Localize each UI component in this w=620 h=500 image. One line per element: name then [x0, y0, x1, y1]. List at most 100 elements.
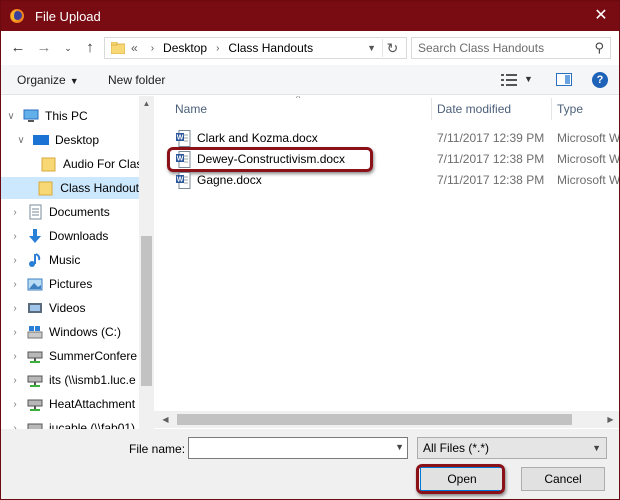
nav-item-music[interactable]: › Music: [9, 249, 143, 271]
nav-label: This PC: [45, 109, 88, 123]
title-bar: File Upload ✕: [1, 1, 619, 31]
expand-icon[interactable]: ›: [9, 255, 21, 266]
folder-icon: [38, 181, 53, 196]
file-list-hscrollbar[interactable]: ◀ ▶: [139, 411, 619, 428]
file-type-select[interactable]: All Files (*.*) ▼: [417, 437, 607, 459]
chevron-right-icon[interactable]: ›: [151, 43, 154, 54]
back-icon[interactable]: ←: [9, 39, 27, 57]
scroll-right-icon[interactable]: ▶: [602, 411, 619, 428]
scroll-left-icon[interactable]: ◀: [157, 411, 174, 428]
network-drive-icon: [27, 351, 43, 363]
nav-item-this-pc[interactable]: ∨ This PC: [5, 105, 143, 127]
videos-icon: [28, 303, 42, 313]
file-type-value: All Files (*.*): [423, 441, 490, 455]
scroll-up-icon[interactable]: ▲: [139, 96, 154, 111]
nav-label: HeatAttachment: [49, 397, 136, 411]
expand-icon[interactable]: ∨: [15, 135, 27, 146]
nav-item-summerconference[interactable]: › SummerConfere: [9, 345, 143, 367]
chevron-down-icon: ▼: [69, 76, 79, 86]
nav-item-pictures[interactable]: › Pictures: [9, 273, 143, 295]
chevron-down-icon: ▼: [592, 443, 601, 453]
network-drive-icon: [27, 399, 43, 411]
file-row[interactable]: W Clark and Kozma.docx 7/11/2017 12:39 P…: [159, 128, 619, 149]
nav-item-videos[interactable]: › Videos: [9, 297, 143, 319]
scroll-thumb[interactable]: [141, 236, 152, 386]
help-icon[interactable]: ?: [592, 72, 608, 88]
chevron-down-icon[interactable]: ▼: [367, 43, 376, 53]
column-header-date[interactable]: Date modified: [431, 96, 549, 122]
column-header-name[interactable]: Name: [169, 96, 429, 122]
up-icon[interactable]: ↑: [81, 39, 99, 57]
music-icon: [29, 253, 41, 267]
word-document-icon: W: [176, 172, 191, 189]
search-placeholder: Search Class Handouts: [418, 41, 545, 55]
nav-item-heatattachment[interactable]: › HeatAttachment: [9, 393, 143, 415]
nav-label: SummerConfere: [49, 349, 138, 363]
preview-pane-icon[interactable]: [556, 73, 572, 86]
firefox-icon: [10, 9, 24, 23]
window-title: File Upload: [35, 8, 101, 24]
pictures-icon: [27, 278, 43, 291]
network-drive-icon: [27, 423, 43, 429]
file-name: Gagne.docx: [197, 173, 262, 187]
file-date: 7/11/2017 12:39 PM: [437, 131, 545, 145]
toolbar: Organize ▼ New folder ▼ ?: [1, 65, 619, 95]
file-date: 7/11/2017 12:38 PM: [437, 152, 545, 166]
forward-icon[interactable]: →: [35, 39, 53, 57]
file-type: Microsoft W: [557, 131, 619, 145]
new-folder-button[interactable]: New folder: [108, 73, 165, 87]
file-name-input[interactable]: ▼: [188, 437, 408, 459]
search-icon[interactable]: ⚲: [594, 38, 604, 58]
nav-label: Downloads: [49, 229, 109, 243]
nav-label: jucable (\\fab01): [49, 421, 136, 429]
chevron-right-icon[interactable]: ›: [216, 43, 219, 54]
refresh-icon[interactable]: ↻: [382, 39, 402, 57]
close-icon[interactable]: ✕: [591, 6, 611, 26]
nav-item-class-handouts[interactable]: Class Handout: [1, 177, 139, 199]
folder-icon: [41, 157, 56, 172]
organize-button[interactable]: Organize ▼: [17, 73, 79, 87]
recent-locations-icon[interactable]: ⌄: [59, 39, 77, 57]
nav-item-documents[interactable]: › Documents: [9, 201, 143, 223]
nav-item-its[interactable]: › its (\\ismb1.luc.e: [9, 369, 143, 391]
nav-label: Desktop: [55, 133, 100, 147]
highlight-annotation: [416, 464, 505, 494]
expand-icon[interactable]: ∨: [5, 111, 17, 122]
nav-label: Windows (C:): [49, 325, 122, 339]
file-date: 7/11/2017 12:38 PM: [437, 173, 545, 187]
cancel-button[interactable]: Cancel: [521, 467, 605, 491]
word-document-icon: W: [176, 130, 191, 147]
file-row[interactable]: W Dewey-Constructivism.docx 7/11/2017 12…: [159, 147, 619, 172]
nav-item-downloads[interactable]: › Downloads: [9, 225, 143, 247]
breadcrumb-class-handouts[interactable]: Class Handouts: [228, 41, 313, 55]
view-options-chevron-icon[interactable]: ▼: [524, 74, 533, 84]
nav-item-desktop[interactable]: ∨ Desktop: [15, 129, 143, 151]
chevron-down-icon[interactable]: ▼: [395, 442, 404, 452]
expand-icon[interactable]: ›: [9, 279, 21, 290]
scroll-thumb[interactable]: [177, 414, 572, 425]
file-type: Microsoft W: [557, 173, 619, 187]
expand-icon[interactable]: ›: [9, 327, 21, 338]
expand-icon[interactable]: ›: [9, 231, 21, 242]
nav-item-windows-c[interactable]: › Windows (C:): [9, 321, 143, 343]
nav-item-jucable[interactable]: › jucable (\\fab01): [9, 417, 143, 429]
expand-icon[interactable]: ›: [9, 375, 21, 386]
svg-text:W: W: [177, 135, 184, 142]
file-row[interactable]: W Gagne.docx 7/11/2017 12:38 PM Microsof…: [159, 170, 619, 191]
expand-icon[interactable]: ›: [9, 207, 21, 218]
nav-scrollbar[interactable]: ▲ ▼: [139, 96, 154, 429]
column-header-type[interactable]: Type: [551, 96, 619, 122]
breadcrumb-desktop[interactable]: Desktop: [163, 41, 207, 55]
expand-icon[interactable]: ›: [9, 303, 21, 314]
expand-icon[interactable]: ›: [9, 351, 21, 362]
highlight-annotation: [167, 147, 373, 172]
overflow-icon[interactable]: «: [131, 41, 138, 55]
address-bar[interactable]: « › Desktop › Class Handouts ▼ ↻: [104, 37, 407, 59]
nav-item-audio-for-class[interactable]: Audio For Clas: [23, 153, 153, 175]
nav-label: Pictures: [49, 277, 93, 291]
nav-label: Music: [49, 253, 81, 267]
search-input[interactable]: Search Class Handouts ⚲: [411, 37, 611, 59]
desktop-icon: [33, 135, 49, 145]
change-view-icon[interactable]: [501, 74, 517, 86]
expand-icon[interactable]: ›: [9, 399, 21, 410]
